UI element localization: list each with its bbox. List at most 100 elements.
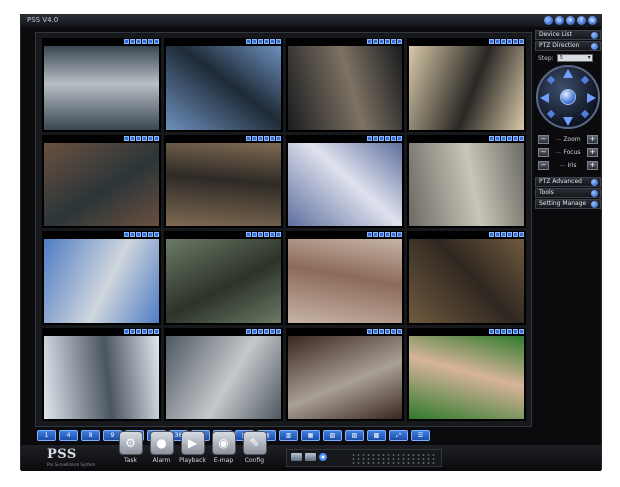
- device-list-header[interactable]: Device List: [535, 30, 601, 40]
- camera-tool-icon[interactable]: [373, 39, 379, 44]
- camera-tool-icon[interactable]: [513, 328, 518, 334]
- ptz-center-button[interactable]: [560, 89, 576, 105]
- camera-tool-icon[interactable]: [275, 135, 281, 141]
- layout-button[interactable]: ▧: [323, 429, 342, 441]
- tools-header[interactable]: Tools: [535, 188, 601, 198]
- camera-tool-icon[interactable]: [519, 39, 524, 44]
- camera-tool-icon[interactable]: [391, 39, 397, 44]
- camera-tool-icon[interactable]: [501, 135, 506, 141]
- ptz-advanced-header[interactable]: PTZ Advanced: [535, 177, 601, 187]
- camera-tool-icon[interactable]: [507, 39, 512, 44]
- camera-tool-icon[interactable]: [135, 328, 141, 334]
- camera-tool-icon[interactable]: [123, 328, 129, 334]
- emap-button[interactable]: ◉ E-map: [210, 431, 237, 469]
- device-icon[interactable]: [305, 453, 316, 461]
- camera-tool-icon[interactable]: [367, 39, 373, 44]
- layout-button[interactable]: 4: [59, 429, 78, 441]
- layout-button[interactable]: ▩: [367, 429, 386, 441]
- camera-tool-icon[interactable]: [489, 135, 494, 141]
- ptz-up-icon[interactable]: [563, 69, 573, 78]
- alarm-button[interactable]: ● Alarm: [148, 431, 175, 469]
- camera-tool-icon[interactable]: [391, 232, 397, 237]
- camera-tool-icon[interactable]: [519, 232, 524, 237]
- step-select[interactable]: 5: [556, 54, 593, 62]
- camera-tool-icon[interactable]: [135, 39, 141, 44]
- camera-tool-icon[interactable]: [269, 135, 275, 141]
- close-icon[interactable]: ≡: [588, 16, 597, 25]
- setting-manage-header[interactable]: Setting Manage: [535, 199, 601, 209]
- camera-tool-icon[interactable]: [367, 135, 373, 141]
- menu-icon[interactable]: ▫: [555, 16, 564, 25]
- video-cell[interactable]: [42, 134, 161, 228]
- camera-tool-icon[interactable]: [251, 232, 257, 237]
- collapse-icon[interactable]: [591, 43, 598, 50]
- ptz-left-icon[interactable]: [540, 93, 549, 103]
- video-cell[interactable]: [285, 231, 405, 325]
- camera-tool-icon[interactable]: [275, 39, 281, 44]
- camera-tool-icon[interactable]: [507, 232, 512, 237]
- video-cell[interactable]: [163, 231, 283, 325]
- camera-tool-icon[interactable]: [379, 328, 385, 334]
- layout-button[interactable]: ▥: [279, 429, 298, 441]
- camera-tool-icon[interactable]: [495, 232, 500, 237]
- camera-tool-icon[interactable]: [269, 328, 275, 334]
- video-cell[interactable]: [407, 231, 526, 325]
- plus-button[interactable]: +: [587, 148, 598, 157]
- camera-tool-icon[interactable]: [513, 39, 518, 44]
- camera-tool-icon[interactable]: [251, 39, 257, 44]
- task-button[interactable]: ⚙ Task: [117, 431, 144, 469]
- layout-button[interactable]: ⤢: [389, 429, 408, 441]
- camera-tool-icon[interactable]: [147, 328, 153, 334]
- camera-tool-icon[interactable]: [153, 135, 159, 141]
- camera-tool-icon[interactable]: [367, 328, 373, 334]
- camera-tool-icon[interactable]: [373, 135, 379, 141]
- layout-button[interactable]: ☰: [411, 429, 430, 441]
- expand-icon[interactable]: [591, 190, 598, 197]
- camera-tool-icon[interactable]: [489, 328, 494, 334]
- camera-tool-icon[interactable]: [391, 328, 397, 334]
- camera-tool-icon[interactable]: [147, 135, 153, 141]
- video-cell[interactable]: [407, 38, 526, 132]
- camera-tool-icon[interactable]: [397, 232, 403, 237]
- expand-icon[interactable]: [591, 201, 598, 208]
- help-icon[interactable]: -: [544, 16, 553, 25]
- camera-tool-icon[interactable]: [397, 39, 403, 44]
- camera-tool-icon[interactable]: [269, 232, 275, 237]
- camera-tool-icon[interactable]: [141, 328, 147, 334]
- camera-tool-icon[interactable]: [245, 328, 251, 334]
- camera-tool-icon[interactable]: [373, 232, 379, 237]
- camera-tool-icon[interactable]: [245, 232, 251, 237]
- video-cell[interactable]: [42, 231, 161, 325]
- camera-tool-icon[interactable]: [385, 232, 391, 237]
- camera-tool-icon[interactable]: [135, 135, 141, 141]
- video-cell[interactable]: [285, 134, 405, 228]
- camera-tool-icon[interactable]: [489, 39, 494, 44]
- video-cell[interactable]: [163, 38, 283, 132]
- layout-button[interactable]: ▦: [301, 429, 320, 441]
- camera-tool-icon[interactable]: [495, 328, 500, 334]
- camera-tool-icon[interactable]: [373, 328, 379, 334]
- video-cell[interactable]: [407, 134, 526, 228]
- camera-tool-icon[interactable]: [263, 39, 269, 44]
- minus-button[interactable]: −: [538, 135, 549, 144]
- video-cell[interactable]: [285, 38, 405, 132]
- camera-tool-icon[interactable]: [385, 39, 391, 44]
- camera-tool-icon[interactable]: [135, 232, 141, 237]
- camera-tool-icon[interactable]: [501, 232, 506, 237]
- camera-tool-icon[interactable]: [153, 39, 159, 44]
- camera-tool-icon[interactable]: [147, 39, 153, 44]
- camera-tool-icon[interactable]: [153, 232, 159, 237]
- title-bar[interactable]: PSS V4.0 - ▫ × ? ≡: [21, 15, 601, 27]
- minus-button[interactable]: −: [538, 148, 549, 157]
- minus-button[interactable]: −: [538, 161, 549, 170]
- video-cell[interactable]: [42, 327, 161, 421]
- camera-tool-icon[interactable]: [129, 232, 135, 237]
- camera-tool-icon[interactable]: [507, 328, 512, 334]
- camera-tool-icon[interactable]: [245, 39, 251, 44]
- camera-tool-icon[interactable]: [397, 135, 403, 141]
- camera-tool-icon[interactable]: [251, 328, 257, 334]
- video-cell[interactable]: [407, 327, 526, 421]
- record-icon[interactable]: [319, 453, 327, 461]
- camera-tool-icon[interactable]: [379, 232, 385, 237]
- camera-tool-icon[interactable]: [513, 232, 518, 237]
